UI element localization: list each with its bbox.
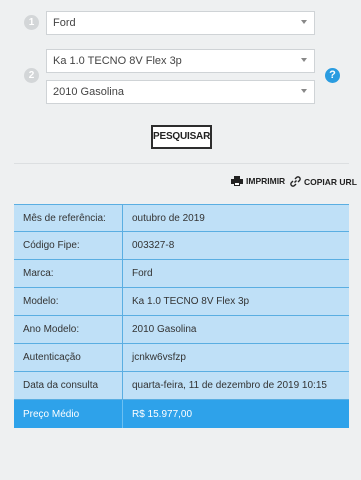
row-value: 2010 Gasolina [132, 324, 197, 335]
row-label: Ano Modelo: [14, 316, 123, 343]
row-value: 003327-8 [132, 240, 175, 251]
model-select[interactable]: Ka 1.0 TECNO 8V Flex 3p [46, 49, 315, 73]
row-value: quarta-feira, 11 de dezembro de 2019 10:… [132, 380, 327, 391]
help-icon[interactable]: ? [325, 68, 340, 83]
year-select[interactable]: 2010 Gasolina [46, 80, 315, 104]
printer-icon [231, 176, 243, 186]
price-label: Preço Médio [14, 400, 123, 428]
brand-select[interactable]: Ford [46, 11, 315, 35]
divider [14, 163, 349, 164]
year-select-value: 2010 Gasolina [53, 86, 124, 98]
row-value: Ka 1.0 TECNO 8V Flex 3p [132, 296, 250, 307]
chevron-down-icon [301, 20, 307, 24]
price-value: R$ 15.977,00 [132, 408, 193, 420]
row-label: Modelo: [14, 288, 123, 315]
copy-url-button[interactable]: COPIAR URL [290, 176, 357, 187]
row-label: Mês de referência: [14, 205, 123, 231]
row-label: Marca: [14, 260, 123, 287]
step-1-badge: 1 [24, 15, 39, 30]
table-row: Marca: Ford [14, 260, 349, 288]
table-row: Modelo: Ka 1.0 TECNO 8V Flex 3p [14, 288, 349, 316]
row-label: Data da consulta [14, 372, 123, 399]
step-2-badge: 2 [24, 68, 39, 83]
table-row: Autenticação jcnkw6vsfzp [14, 344, 349, 372]
table-row: Mês de referência: outubro de 2019 [14, 204, 349, 232]
copy-url-label: COPIAR URL [304, 176, 357, 187]
row-value: jcnkw6vsfzp [132, 352, 186, 363]
chevron-down-icon [301, 89, 307, 93]
table-row: Ano Modelo: 2010 Gasolina [14, 316, 349, 344]
search-button[interactable]: PESQUISAR [151, 125, 212, 149]
table-row: Data da consulta quarta-feira, 11 de dez… [14, 372, 349, 400]
print-label: IMPRIMIR [246, 176, 286, 186]
model-select-value: Ka 1.0 TECNO 8V Flex 3p [53, 55, 182, 67]
table-row: Código Fipe: 003327-8 [14, 232, 349, 260]
row-label: Autenticação [14, 344, 123, 371]
brand-select-value: Ford [53, 17, 76, 29]
price-row: Preço Médio R$ 15.977,00 [14, 400, 349, 428]
link-icon [290, 176, 301, 187]
result-table: Mês de referência: outubro de 2019 Códig… [14, 204, 349, 428]
print-button[interactable]: IMPRIMIR [231, 176, 285, 186]
chevron-down-icon [301, 58, 307, 62]
row-value: Ford [132, 268, 153, 279]
row-label: Código Fipe: [14, 232, 123, 259]
row-value: outubro de 2019 [132, 212, 205, 224]
